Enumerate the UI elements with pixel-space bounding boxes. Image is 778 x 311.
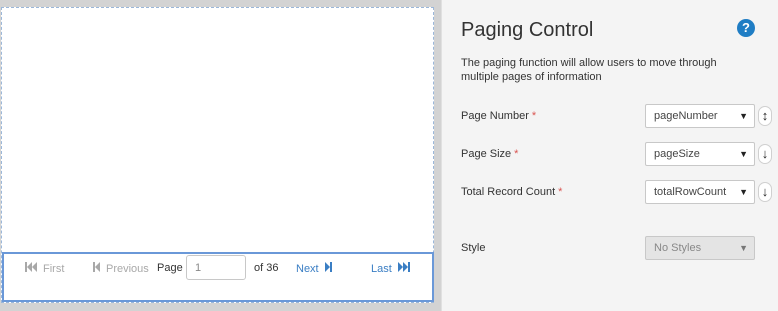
- style-select: No Styles ▼: [645, 236, 755, 260]
- page-number-label: Page Number *: [461, 110, 537, 122]
- first-page-icon: [25, 262, 37, 275]
- last-page-icon: [397, 262, 410, 275]
- total-record-count-label: Total Record Count *: [461, 186, 563, 198]
- required-marker: *: [531, 110, 537, 122]
- dropdown-caret-icon: ▼: [739, 243, 748, 253]
- arrow-down-icon[interactable]: ↓: [758, 182, 772, 202]
- sort-both-icon[interactable]: ↕: [758, 106, 772, 126]
- next-button[interactable]: Next: [296, 262, 332, 275]
- first-label: First: [43, 262, 65, 275]
- page-size-select[interactable]: pageSize ▼: [645, 142, 755, 166]
- panel-description: The paging function will allow users to …: [461, 57, 717, 83]
- previous-button[interactable]: Previous: [93, 262, 149, 275]
- required-marker: *: [558, 186, 563, 198]
- page-label: Page: [157, 262, 183, 274]
- total-record-count-select[interactable]: totalRowCount ▼: [645, 180, 755, 204]
- arrow-down-icon[interactable]: ↓: [758, 144, 772, 164]
- first-button[interactable]: First: [25, 262, 64, 275]
- style-label: Style: [461, 242, 486, 254]
- required-marker: *: [514, 148, 519, 160]
- page-size-label: Page Size *: [461, 148, 519, 160]
- next-label: Next: [296, 262, 319, 275]
- dropdown-caret-icon: ▼: [739, 187, 748, 197]
- page-number-input[interactable]: [186, 255, 246, 280]
- design-canvas: First Previous Page of 36 Next Last: [0, 0, 440, 311]
- page-count-label: of 36: [254, 262, 279, 274]
- previous-page-icon: [93, 262, 100, 275]
- previous-label: Previous: [106, 262, 149, 275]
- next-page-icon: [324, 262, 332, 275]
- last-label: Last: [371, 262, 392, 275]
- panel-title: Paging Control: [461, 19, 594, 41]
- properties-panel: Paging Control ? The paging function wil…: [441, 0, 778, 311]
- paging-control[interactable]: First Previous Page of 36 Next Last: [2, 252, 434, 302]
- last-button[interactable]: Last: [371, 262, 410, 275]
- dropdown-caret-icon: ▼: [739, 149, 748, 159]
- help-icon[interactable]: ?: [737, 19, 755, 37]
- dropdown-caret-icon: ▼: [739, 111, 748, 121]
- page-number-select[interactable]: pageNumber ▼: [645, 104, 755, 128]
